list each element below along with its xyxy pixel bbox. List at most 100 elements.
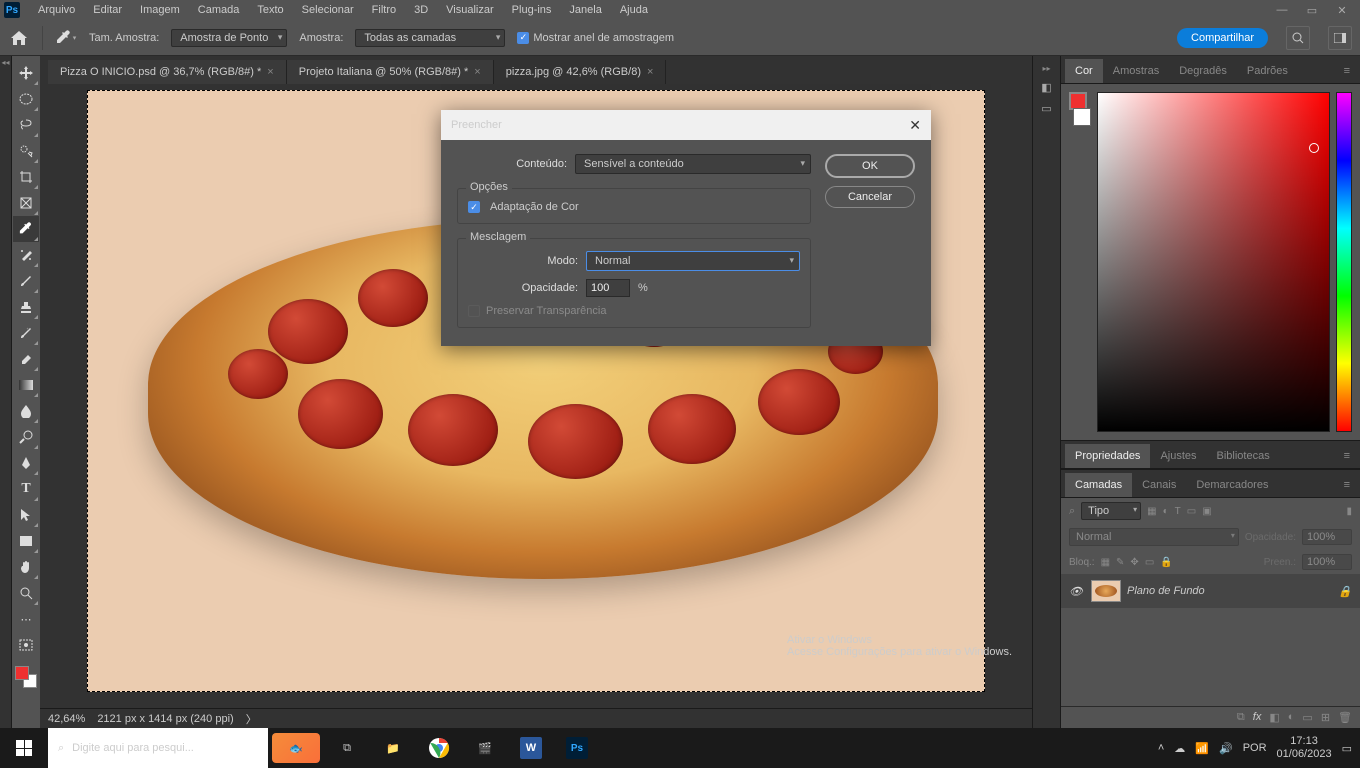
menu-janela[interactable]: Janela — [561, 2, 609, 18]
fx-icon[interactable]: fx — [1253, 711, 1262, 724]
lasso-tool[interactable] — [13, 112, 39, 138]
menu-camada[interactable]: Camada — [190, 2, 248, 18]
filter-smart-icon[interactable]: ▣ — [1202, 506, 1211, 517]
tab-camadas[interactable]: Camadas — [1065, 473, 1132, 497]
more-tools[interactable]: ⋯ — [13, 606, 39, 632]
share-button[interactable]: Compartilhar — [1177, 28, 1268, 48]
window-restore[interactable]: ▭ — [1298, 1, 1326, 19]
doc-tab-1[interactable]: Projeto Italiana @ 50% (RGB/8#) *× — [287, 60, 494, 84]
workspace-icon[interactable] — [1328, 26, 1352, 50]
movie-maker-icon[interactable]: 🎬 — [462, 728, 508, 768]
taskbar-search[interactable]: ⌕Digite aqui para pesqui... — [48, 728, 268, 768]
filter-toggle[interactable]: ▮ — [1346, 506, 1352, 517]
menu-arquivo[interactable]: Arquivo — [30, 2, 83, 18]
tab-padroes[interactable]: Padrões — [1237, 59, 1298, 83]
group-icon[interactable]: ▭ — [1302, 711, 1312, 724]
tab-canais[interactable]: Canais — [1132, 473, 1186, 497]
close-icon[interactable]: × — [647, 66, 653, 78]
layer-thumbnail[interactable] — [1091, 580, 1121, 602]
panel-menu-icon[interactable]: ≡ — [1338, 59, 1356, 83]
color-fg-bg[interactable] — [1069, 92, 1091, 432]
task-view-icon[interactable]: ⧉ — [324, 728, 370, 768]
photoshop-icon[interactable]: Ps — [554, 728, 600, 768]
panel-menu-icon[interactable]: ≡ — [1338, 444, 1356, 468]
doc-tab-2[interactable]: pizza.jpg @ 42,6% (RGB/8)× — [494, 60, 667, 84]
filter-type-icon[interactable]: T — [1175, 506, 1181, 517]
layer-row-background[interactable]: 👁 Plano de Fundo 🔒 — [1061, 574, 1360, 608]
word-icon[interactable]: W — [508, 728, 554, 768]
sample-size-dropdown[interactable]: Amostra de Ponto — [171, 29, 287, 47]
menu-imagem[interactable]: Imagem — [132, 2, 188, 18]
heal-tool[interactable] — [13, 242, 39, 268]
marquee-tool[interactable] — [13, 86, 39, 112]
lock-artboard-icon[interactable]: ▭ — [1145, 557, 1154, 568]
tab-bibliotecas[interactable]: Bibliotecas — [1207, 444, 1280, 468]
sample-dropdown[interactable]: Todas as camadas — [355, 29, 505, 47]
lock-pixels-icon[interactable]: ▦ — [1101, 557, 1110, 568]
doc-tab-0[interactable]: Pizza O INICIO.psd @ 36,7% (RGB/8#) *× — [48, 60, 287, 84]
gradient-tool[interactable] — [13, 372, 39, 398]
lock-icon[interactable]: 🔒 — [1338, 585, 1352, 598]
dialog-titlebar[interactable]: Preencher ✕ — [441, 110, 931, 140]
onedrive-icon[interactable]: ☁ — [1174, 742, 1185, 755]
layer-opacity[interactable]: 100% — [1302, 529, 1352, 545]
left-collapse-strip[interactable]: ◂◂ — [0, 56, 12, 728]
search-icon[interactable]: ⌕ — [1069, 505, 1075, 518]
panel-menu-icon[interactable]: ≡ — [1338, 473, 1356, 497]
adjustment-icon[interactable]: ◐ — [1288, 711, 1295, 724]
tab-ajustes[interactable]: Ajustes — [1150, 444, 1206, 468]
link-icon[interactable]: ⧉ — [1237, 711, 1245, 724]
quick-select-tool[interactable] — [13, 138, 39, 164]
clock[interactable]: 17:1301/06/2023 — [1277, 735, 1332, 761]
frame-tool[interactable] — [13, 190, 39, 216]
doc-info[interactable]: 2121 px x 1414 px (240 ppi) — [97, 713, 233, 725]
language-indicator[interactable]: POR — [1243, 742, 1267, 754]
filter-adjust-icon[interactable]: ◐ — [1163, 506, 1169, 517]
mask-icon[interactable]: ◧ — [1269, 711, 1279, 724]
tray-chevron-icon[interactable]: ˄ — [1158, 742, 1164, 754]
type-tool[interactable]: T — [13, 476, 39, 502]
menu-selecionar[interactable]: Selecionar — [294, 2, 362, 18]
path-select-tool[interactable] — [13, 502, 39, 528]
close-icon[interactable]: × — [474, 66, 480, 78]
hue-slider[interactable] — [1336, 92, 1352, 432]
ok-button[interactable]: OK — [825, 154, 915, 178]
lock-position-icon[interactable]: ✥ — [1130, 557, 1138, 568]
delete-icon[interactable]: 🗑 — [1338, 711, 1352, 724]
visibility-icon[interactable]: 👁 — [1069, 585, 1085, 598]
color-swatches[interactable] — [13, 664, 39, 696]
shape-tool[interactable] — [13, 528, 39, 554]
adjust-icon[interactable]: ◧ — [1041, 81, 1051, 94]
window-close[interactable]: ✕ — [1328, 1, 1356, 19]
move-tool[interactable] — [13, 60, 39, 86]
volume-icon[interactable]: 🔊 — [1219, 742, 1233, 755]
cancel-button[interactable]: Cancelar — [825, 186, 915, 208]
menu-3d[interactable]: 3D — [406, 2, 436, 18]
blend-mode-dropdown[interactable]: Normal — [1069, 528, 1239, 546]
layer-name[interactable]: Plano de Fundo — [1127, 585, 1205, 597]
menu-texto[interactable]: Texto — [249, 2, 291, 18]
edit-toolbar[interactable] — [13, 632, 39, 658]
blur-tool[interactable] — [13, 398, 39, 424]
tab-cor[interactable]: Cor — [1065, 59, 1103, 83]
close-icon[interactable]: ✕ — [909, 117, 921, 134]
tab-degrades[interactable]: Degradês — [1169, 59, 1237, 83]
layer-fill[interactable]: 100% — [1302, 554, 1352, 570]
menu-visualizar[interactable]: Visualizar — [438, 2, 502, 18]
eyedropper-icon[interactable]: ▾ — [55, 27, 77, 49]
comment-icon[interactable]: ▭ — [1041, 102, 1051, 115]
chrome-icon[interactable] — [416, 728, 462, 768]
layer-filter-type[interactable]: Tipo — [1081, 502, 1141, 520]
eyedropper-tool[interactable] — [13, 216, 39, 242]
right-collapse-strip[interactable]: ▸▸ ◧ ▭ — [1032, 56, 1060, 728]
color-adaptation-checkbox[interactable]: ✓Adaptação de Cor — [468, 201, 800, 213]
brush-tool[interactable] — [13, 268, 39, 294]
history-brush-tool[interactable] — [13, 320, 39, 346]
notifications-icon[interactable]: ▭ — [1342, 742, 1352, 755]
tab-demarcadores[interactable]: Demarcadores — [1186, 473, 1278, 497]
dodge-tool[interactable] — [13, 424, 39, 450]
pen-tool[interactable] — [13, 450, 39, 476]
zoom-level[interactable]: 42,64% — [48, 713, 85, 725]
menu-filtro[interactable]: Filtro — [364, 2, 404, 18]
close-icon[interactable]: × — [267, 66, 273, 78]
